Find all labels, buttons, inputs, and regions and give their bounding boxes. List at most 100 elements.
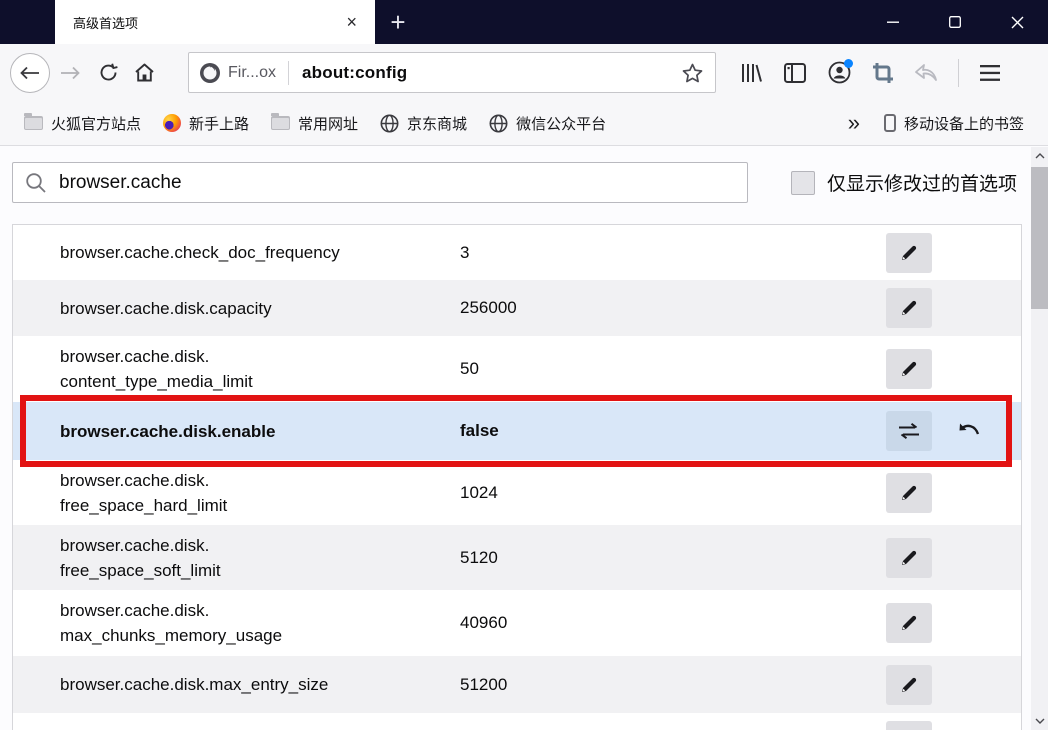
config-search-input[interactable] — [59, 171, 735, 194]
navigation-toolbar: Fir...ox about:config — [0, 44, 1048, 101]
swoosh-arrow-icon — [915, 63, 937, 81]
bookmark-label: 常用网址 — [298, 115, 359, 133]
bookmark-label: 火狐官方站点 — [51, 115, 142, 133]
globe-icon — [489, 114, 508, 132]
reload-icon — [100, 63, 118, 81]
account-notification-dot — [844, 58, 853, 68]
window-controls — [862, 0, 1048, 44]
chevron-up-icon — [1035, 153, 1044, 159]
edit-pref-button[interactable] — [886, 537, 932, 578]
url-bar[interactable]: Fir...ox about:config — [188, 52, 716, 93]
pref-value: false — [460, 421, 499, 440]
toggle-pref-button[interactable] — [886, 411, 932, 451]
screenshot-crop-button[interactable] — [866, 56, 900, 90]
show-modified-checkbox[interactable] — [790, 170, 815, 195]
reset-arrow-icon — [959, 423, 980, 435]
star-icon — [682, 63, 703, 82]
site-identity[interactable]: Fir...ox — [199, 62, 288, 84]
firefox-icon — [163, 114, 182, 132]
edit-pref-button[interactable] — [886, 288, 932, 328]
folder-icon — [24, 113, 43, 130]
pref-value: 5120 — [460, 547, 498, 567]
pref-row-max-chunks-memory-usage: browser.cache.disk. max_chunks_memory_usa… — [13, 590, 1021, 656]
crop-icon — [873, 62, 893, 83]
globe-icon — [380, 114, 399, 132]
bookmark-star-button[interactable] — [680, 63, 705, 83]
search-icon — [26, 172, 46, 193]
pencil-icon — [902, 550, 917, 565]
config-search-row: 仅显示修改过的首选项 — [0, 146, 1031, 203]
bookmarks-overflow-button[interactable]: » — [838, 112, 870, 134]
pref-row-free-space-soft-limit: browser.cache.disk. free_space_soft_limit… — [13, 525, 1021, 590]
pref-row-disk-enable: browser.cache.disk.enable false — [13, 395, 1021, 467]
forward-arrow-icon — [61, 66, 80, 79]
prefs-table: browser.cache.check_doc_frequency 3 brow… — [12, 224, 1022, 730]
scroll-up-button[interactable] — [1031, 147, 1048, 165]
pref-name: browser.cache.disk. free_space_hard_limit — [60, 470, 228, 515]
phone-icon — [883, 114, 896, 132]
forward-button[interactable] — [50, 53, 90, 93]
pref-row-content-type-media-limit: browser.cache.disk. content_type_media_li… — [13, 336, 1021, 402]
pref-name: browser.cache.disk. free_space_soft_limit — [60, 535, 221, 580]
reset-pref-button[interactable] — [952, 414, 986, 448]
edit-pref-button[interactable] — [886, 472, 932, 513]
pref-name: browser.cache.disk.max_entry_size — [60, 675, 329, 694]
bookmark-folder-common-sites[interactable]: 常用网址 — [263, 109, 366, 138]
pref-value: 51200 — [460, 674, 508, 694]
scrollbar-thumb[interactable] — [1031, 167, 1048, 309]
sidebar-icon — [784, 62, 806, 83]
firefox-identity-icon — [200, 62, 220, 83]
url-text[interactable]: about:config — [289, 63, 680, 83]
maximize-button[interactable] — [924, 0, 986, 44]
edit-pref-button[interactable] — [886, 603, 932, 643]
bookmark-wechat-platform[interactable]: 微信公众平台 — [481, 109, 614, 138]
titlebar: 高级首选项 × + — [0, 0, 1048, 44]
bookmark-label: 新手上路 — [189, 115, 250, 133]
toolbar-divider — [958, 58, 959, 87]
bookmark-label: 京东商城 — [407, 115, 468, 133]
bookmark-folder-firefox-official[interactable]: 火狐官方站点 — [16, 109, 149, 138]
config-search-box[interactable] — [12, 162, 748, 203]
bookmarks-toolbar: 火狐官方站点 新手上路 常用网址 京东商城 微信公众平台 » 移动设备上的书签 — [0, 101, 1048, 146]
extension-swoosh-button[interactable] — [910, 56, 944, 90]
pref-value: 40960 — [460, 613, 508, 632]
show-modified-label: 仅显示修改过的首选项 — [826, 174, 1017, 195]
pref-value: 256000 — [460, 298, 517, 317]
toolbar-icons — [734, 56, 1007, 90]
pencil-icon — [902, 361, 917, 376]
edit-pref-button[interactable] — [886, 721, 932, 730]
tab-title: 高级首选项 — [73, 15, 139, 31]
back-button[interactable] — [10, 52, 50, 93]
menu-button[interactable] — [973, 56, 1007, 90]
bookmark-getting-started[interactable]: 新手上路 — [155, 109, 257, 138]
hamburger-icon — [980, 64, 1000, 81]
edit-pref-button[interactable] — [886, 232, 932, 273]
mobile-bookmarks[interactable]: 移动设备上的书签 — [876, 109, 1032, 138]
bookmark-jd-mall[interactable]: 京东商城 — [372, 109, 475, 138]
library-button[interactable] — [734, 56, 768, 90]
pref-row-disk-capacity: browser.cache.disk.capacity 256000 — [13, 280, 1021, 336]
edit-pref-button[interactable] — [886, 349, 932, 389]
chevron-down-icon — [1035, 718, 1044, 724]
vertical-scrollbar[interactable] — [1031, 147, 1048, 730]
pref-name: browser.cache.check_doc_frequency — [60, 243, 340, 262]
pref-name: browser.cache.disk.capacity — [60, 298, 272, 318]
pref-row-max-entry-size: browser.cache.disk.max_entry_size 51200 — [13, 656, 1021, 713]
modified-filter: 仅显示修改过的首选项 — [790, 169, 1031, 196]
new-tab-button[interactable]: + — [375, 0, 421, 44]
sidebar-button[interactable] — [778, 56, 812, 90]
tab-close-icon[interactable]: × — [340, 12, 363, 33]
account-button[interactable] — [822, 56, 856, 90]
pref-name: browser.cache.disk.enable — [60, 421, 276, 441]
minimize-button[interactable] — [862, 0, 924, 44]
home-button[interactable] — [126, 53, 162, 93]
edit-pref-button[interactable] — [886, 664, 932, 705]
close-window-button[interactable] — [986, 0, 1048, 44]
browser-tab[interactable]: 高级首选项 × — [55, 0, 375, 44]
folder-icon — [271, 113, 291, 130]
scroll-down-button[interactable] — [1031, 712, 1048, 730]
bookmark-label: 微信公众平台 — [516, 115, 607, 133]
pencil-icon — [902, 245, 917, 260]
reload-button[interactable] — [90, 53, 126, 93]
pencil-icon — [902, 300, 917, 315]
